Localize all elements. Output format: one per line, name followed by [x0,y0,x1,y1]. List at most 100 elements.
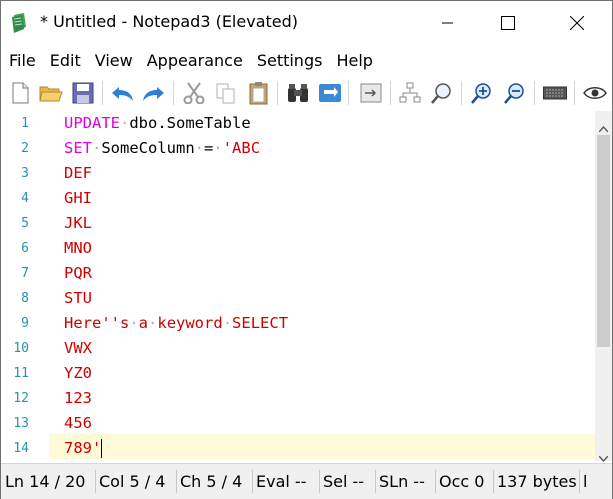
keyboard-button[interactable] [542,80,568,106]
zoom-in-button[interactable] [469,80,495,106]
whitespace-marker: · [194,139,205,157]
menu-help[interactable]: Help [329,46,379,76]
code-line[interactable]: SET·SomeColumn·=·'ABC [64,136,260,161]
status-selected-lines[interactable]: SLn -- [379,464,425,499]
new-file-button[interactable] [7,80,33,106]
status-line[interactable]: Ln 14 / 20 [5,464,85,499]
new-file-icon [12,82,29,104]
code-token: JKL [64,214,92,232]
status-truncated-field[interactable]: l [583,464,587,499]
zoom-find-icon [431,83,451,104]
line-number: 5 [21,216,29,231]
keyboard-icon [543,86,567,100]
text-editor[interactable]: 1 2 3 4 5 6 7 8 9 10 11 12 13 14 UPDATE·… [1,111,595,461]
zoom-out-icon [504,83,524,104]
minimize-button[interactable] [425,1,471,45]
status-selection[interactable]: Sel -- [323,464,364,499]
code-line[interactable]: UPDATE·dbo.SomeTable [64,111,251,136]
status-char[interactable]: Ch 5 / 4 [180,464,242,499]
view-eye-icon [583,87,607,99]
line-number: 12 [13,391,29,406]
code-token: keyword [157,314,223,332]
notepad3-window: * Untitled - Notepad3 (Elevated) File Ed… [0,0,613,499]
code-line[interactable]: DEF [64,161,92,186]
vertical-scrollbar[interactable] [595,111,612,463]
code-token: STU [64,289,92,307]
code-line[interactable]: STU [64,286,92,311]
scheme-button[interactable] [397,80,423,106]
maximize-button[interactable] [485,1,531,45]
code-line[interactable]: GHI [64,186,92,211]
code-token: PQR [64,264,92,282]
title-bar[interactable]: * Untitled - Notepad3 (Elevated) [1,1,612,46]
goto-line-button[interactable] [358,80,384,106]
code-line[interactable]: 789' [64,436,103,461]
code-line[interactable]: 123 [64,386,92,411]
status-column[interactable]: Col 5 / 4 [99,464,165,499]
whitespace-marker: · [213,139,223,157]
code-line[interactable]: 456 [64,411,92,436]
status-eval[interactable]: Eval -- [256,464,306,499]
whitespace-marker: · [148,314,158,332]
line-number: 14 [13,441,29,456]
current-line-highlight [49,434,595,459]
redo-icon [143,87,164,101]
status-occurrences[interactable]: Occ 0 [439,464,484,499]
line-number: 1 [21,116,29,131]
scrollbar-thumb[interactable] [597,135,610,347]
zoom-out-button[interactable] [502,80,528,106]
zoom-in-icon [471,83,491,104]
whitespace-marker: · [129,314,139,332]
code-token: dbo.SomeTable [129,114,251,132]
code-line[interactable]: YZ0 [64,361,92,386]
line-number: 7 [21,266,29,281]
copy-button[interactable] [213,80,239,106]
replace-button[interactable] [317,80,343,106]
close-icon [570,16,584,30]
status-file-size[interactable]: 137 bytes [497,464,577,499]
line-number: 13 [13,416,29,431]
menu-edit[interactable]: Edit [43,46,88,76]
redo-button[interactable] [140,80,166,106]
scroll-up-arrow[interactable] [598,117,609,136]
menu-settings[interactable]: Settings [250,46,330,76]
line-number: 8 [21,291,29,306]
code-line[interactable]: JKL [64,211,92,236]
code-token: YZ0 [64,364,92,382]
menu-bar: File Edit View Appearance Settings Help [1,46,612,76]
open-folder-icon [39,86,63,102]
find-button[interactable] [285,80,311,106]
scheme-icon [399,82,421,103]
save-button[interactable] [70,80,96,106]
menu-appearance[interactable]: Appearance [140,46,250,76]
zoom-find-button[interactable] [429,80,455,106]
code-line[interactable]: VWX [64,336,92,361]
code-token: SomeColumn [101,139,195,157]
close-button[interactable] [554,1,600,45]
code-token: 789' [64,439,102,457]
copy-icon [216,83,235,104]
open-file-button[interactable] [38,80,64,106]
paste-button[interactable] [246,80,272,106]
window-title: * Untitled - Notepad3 (Elevated) [40,12,299,31]
line-number-gutter[interactable]: 1 2 3 4 5 6 7 8 9 10 11 12 13 14 [1,111,49,461]
cut-button[interactable] [181,80,207,106]
menu-file[interactable]: File [1,46,43,76]
whitespace-marker: · [222,314,233,332]
line-number: 4 [21,191,29,206]
notepad3-app-icon [11,13,27,33]
code-line[interactable]: PQR [64,261,92,286]
menu-view[interactable]: View [88,46,140,76]
view-button[interactable] [582,80,608,106]
code-token: a [138,314,149,332]
code-token: SET [64,139,92,157]
code-token: SELECT [232,314,289,332]
code-line[interactable]: Here''s·a·keyword·SELECT [64,311,288,336]
undo-button[interactable] [110,80,136,106]
whitespace-marker: · [92,139,102,157]
code-token: DEF [64,164,92,182]
code-token: Here''s [64,314,130,332]
minimize-icon [442,22,453,24]
code-line[interactable]: MNO [64,236,92,261]
code-token: GHI [64,189,92,207]
